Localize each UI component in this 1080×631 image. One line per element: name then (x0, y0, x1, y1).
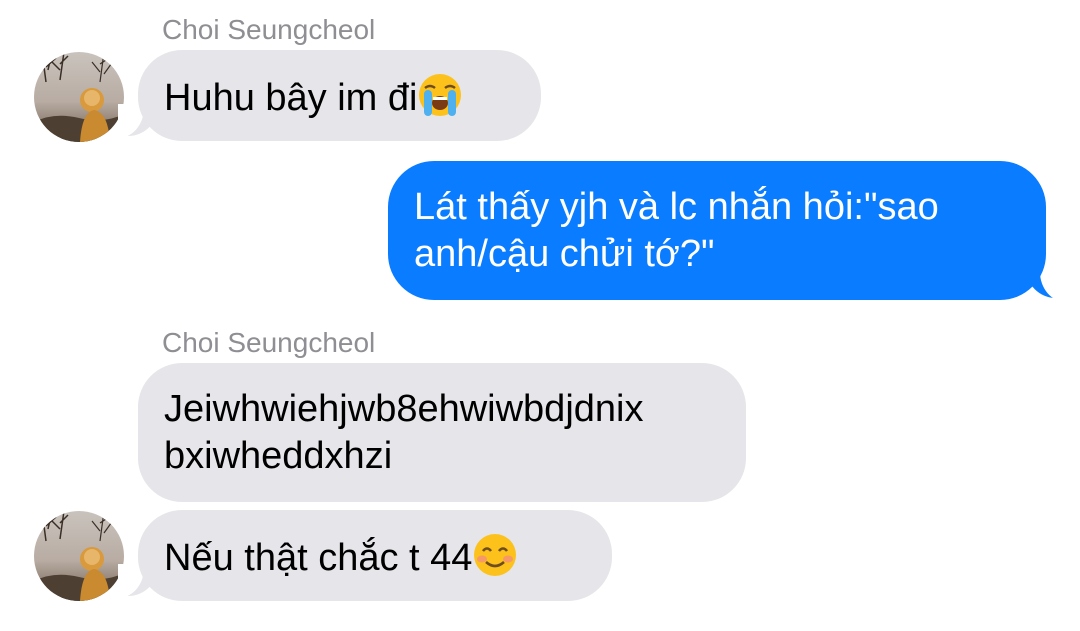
message-text: Nếu thật chắc t 44 (164, 537, 473, 579)
incoming-message-bubble[interactable]: Jeiwhwiehjwb8ehwiwbdjdnix bxiwheddxhzi (138, 363, 746, 502)
message-line: bxiwheddxhzi (164, 435, 393, 477)
avatar-photo-icon (34, 52, 124, 142)
avatar[interactable] (34, 511, 124, 601)
message-text: Huhu bây im đi (164, 77, 418, 119)
sender-name: Choi Seungcheol (162, 327, 376, 358)
loudly-crying-face-icon (417, 72, 463, 118)
message-line: Lát thấy yjh và lc nhắn hỏi:"sao (414, 186, 939, 228)
avatar-photo-icon (34, 511, 124, 601)
message-line: anh/cậu chửi tớ?" (414, 233, 715, 275)
smiling-face-icon (472, 532, 518, 578)
incoming-message-bubble[interactable]: Huhu bây im đi (138, 50, 541, 141)
incoming-message-bubble[interactable]: Nếu thật chắc t 44 (138, 510, 612, 601)
outgoing-message-bubble[interactable]: Lát thấy yjh và lc nhắn hỏi:"sao anh/cậu… (388, 161, 1046, 300)
sender-name: Choi Seungcheol (162, 14, 376, 45)
message-line: Jeiwhwiehjwb8ehwiwbdjdnix (164, 388, 644, 430)
bubble-tail-mask (1040, 268, 1066, 302)
avatar[interactable] (34, 52, 124, 142)
